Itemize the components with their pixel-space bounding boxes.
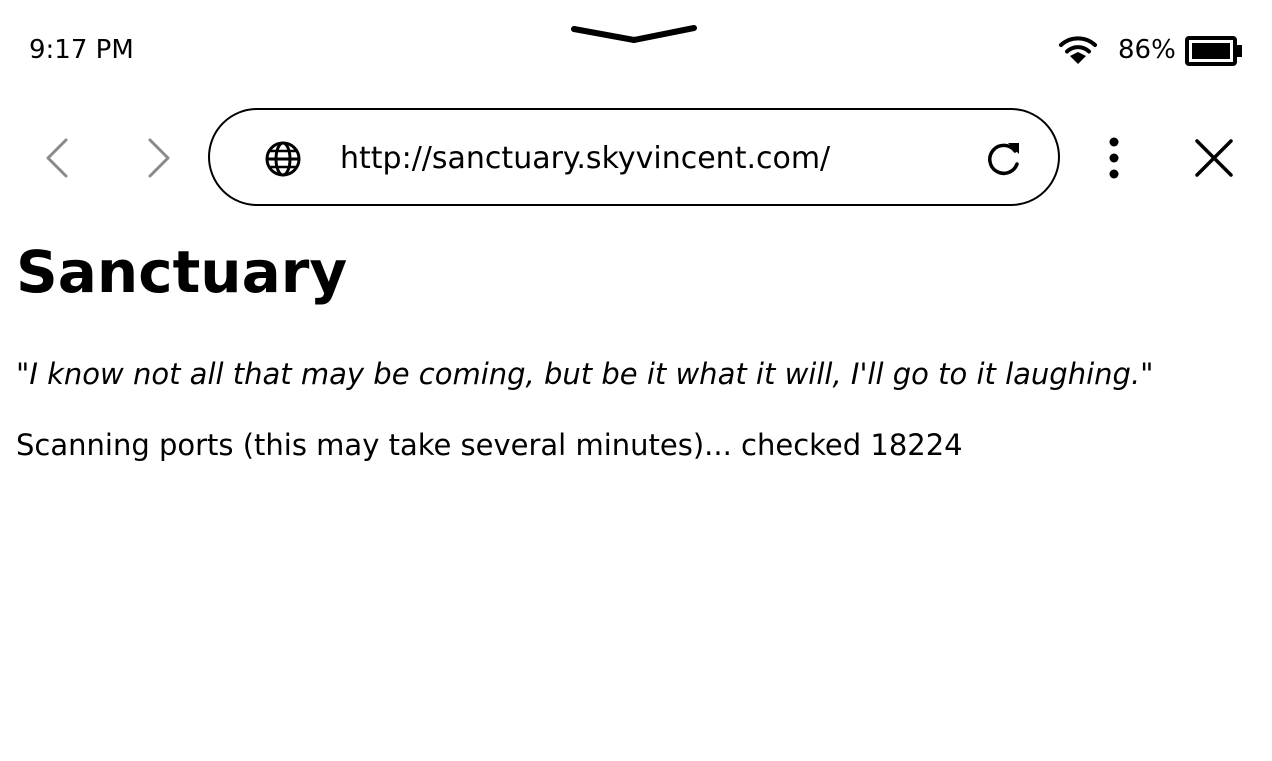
pull-handle-icon[interactable] <box>570 22 698 46</box>
globe-icon <box>265 141 301 177</box>
battery-icon <box>1185 36 1242 66</box>
url-text[interactable]: http://sanctuary.skyvincent.com/ <box>340 140 830 178</box>
status-bar: 9:17 PM 86% <box>0 0 1272 100</box>
page-title: Sanctuary <box>16 238 348 306</box>
quote-text: "I know not all that may be coming, but … <box>16 357 1154 391</box>
wifi-icon <box>1059 36 1097 64</box>
battery-percent: 86% <box>1118 35 1176 65</box>
close-icon[interactable] <box>1192 138 1236 178</box>
more-vertical-icon[interactable] <box>1098 136 1130 180</box>
browser-toolbar: http://sanctuary.skyvincent.com/ <box>0 100 1272 216</box>
chevron-left-icon[interactable] <box>38 136 78 180</box>
reload-icon[interactable] <box>984 139 1024 179</box>
address-bar[interactable]: http://sanctuary.skyvincent.com/ <box>208 108 1060 206</box>
scan-status-text: Scanning ports (this may take several mi… <box>16 428 963 462</box>
battery-level-fill <box>1192 43 1230 59</box>
status-time: 9:17 PM <box>29 35 134 65</box>
chevron-right-icon[interactable] <box>138 136 178 180</box>
